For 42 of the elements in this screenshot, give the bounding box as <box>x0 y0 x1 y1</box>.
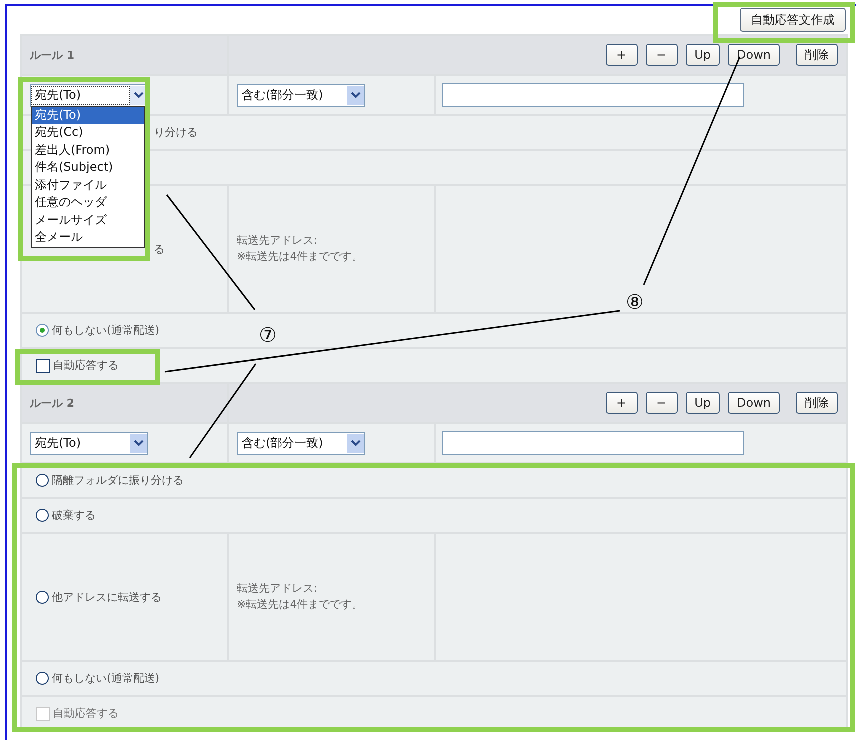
rule-button[interactable]: 削除 <box>796 392 838 414</box>
rule-button[interactable]: − <box>646 392 678 414</box>
rule-title: ルール 2 <box>30 396 74 410</box>
checkbox[interactable] <box>36 358 50 372</box>
rule-button[interactable]: + <box>606 44 638 66</box>
keyword-input[interactable] <box>442 83 744 107</box>
radio-button[interactable] <box>36 590 49 604</box>
rule-title: ルール 1 <box>30 48 74 62</box>
caret-icon <box>347 434 364 452</box>
radio-button[interactable] <box>36 509 49 522</box>
match-select[interactable]: 含む(部分一致) <box>237 84 365 106</box>
rule-button[interactable]: Down <box>728 392 780 414</box>
rule-button[interactable]: Up <box>686 44 720 66</box>
option-label: 隔離フォルダに振り分ける <box>52 473 184 488</box>
callout-number: ⑦ <box>259 324 277 346</box>
radio-button[interactable] <box>36 324 49 337</box>
rule-button[interactable]: + <box>606 392 638 414</box>
option-label: 破棄する <box>52 508 96 523</box>
radio-button[interactable] <box>36 672 49 685</box>
match-select[interactable]: 含む(部分一致) <box>237 432 365 454</box>
option-label: 自動応答する <box>53 706 119 721</box>
keyword-input[interactable] <box>442 431 744 455</box>
forward-note: 転送先アドレス: ※転送先は4件までです。 <box>237 581 364 613</box>
option-label: 何もしない(通常配送) <box>52 323 160 338</box>
field-select[interactable]: 宛先(To) <box>30 432 148 454</box>
option-label: り分ける <box>154 125 198 140</box>
rule-button[interactable]: − <box>646 44 678 66</box>
callout-number: ⑧ <box>626 291 644 313</box>
option-label: 他アドレスに転送する <box>52 590 162 604</box>
option-label: 何もしない(通常配送) <box>52 671 160 686</box>
radio-button[interactable] <box>36 474 49 487</box>
caret-icon <box>347 86 364 104</box>
caret-icon <box>130 86 147 104</box>
auto-reply-create-button[interactable]: 自動応答文作成 <box>740 8 846 32</box>
forward-note: 転送先アドレス: ※転送先は4件までです。 <box>237 233 364 265</box>
rule-button[interactable]: Up <box>686 392 720 414</box>
caret-icon <box>130 434 147 452</box>
rule-button[interactable]: Down <box>728 44 780 66</box>
dropdown-option[interactable]: 宛先(To) <box>32 106 144 124</box>
option-label: 自動応答する <box>53 358 119 373</box>
option-label: る <box>154 242 165 256</box>
rule-button[interactable]: 削除 <box>796 44 838 66</box>
